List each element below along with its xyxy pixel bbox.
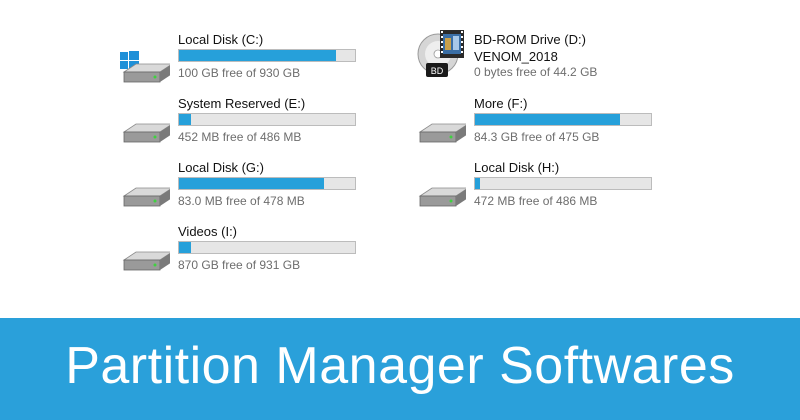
- drive-free-space: 0 bytes free of 44.2 GB: [474, 65, 598, 79]
- drive-f[interactable]: More (F:) 84.3 GB free of 475 GB: [416, 96, 676, 156]
- drives-view: Local Disk (C:) 100 GB free of 930 GB Sy…: [0, 0, 800, 318]
- drive-usage-bar: [178, 177, 356, 190]
- drive-free-space: 472 MB free of 486 MB: [474, 194, 598, 208]
- drive-name: Local Disk (H:): [474, 160, 560, 175]
- drive-free-space: 84.3 GB free of 475 GB: [474, 130, 600, 144]
- drive-usage-bar: [474, 113, 652, 126]
- drive-free-space: 83.0 MB free of 478 MB: [178, 194, 305, 208]
- hard-drive-windows-icon: [120, 51, 170, 83]
- bd-badge-label: BD: [431, 66, 444, 76]
- drive-name: BD-ROM Drive (D:): [474, 32, 586, 47]
- drive-usage-fill: [179, 114, 192, 125]
- drive-name: Local Disk (C:): [178, 32, 264, 47]
- drive-c[interactable]: Local Disk (C:) 100 GB free of 930 GB: [120, 32, 380, 92]
- drive-g[interactable]: Local Disk (G:) 83.0 MB free of 478 MB: [120, 160, 380, 220]
- drive-volume-label: VENOM_2018: [474, 49, 558, 64]
- hard-drive-icon: [122, 123, 170, 143]
- hard-drive-icon: [418, 187, 466, 207]
- drive-name: Local Disk (G:): [178, 160, 264, 175]
- drive-e[interactable]: System Reserved (E:) 452 MB free of 486 …: [120, 96, 380, 156]
- drive-usage-fill: [179, 242, 191, 253]
- drive-usage-bar: [474, 177, 652, 190]
- drive-d[interactable]: BD BD-ROM Drive (D:) VENOM_2018 0 bytes …: [416, 30, 676, 92]
- hard-drive-icon: [122, 251, 170, 271]
- drive-usage-fill: [475, 178, 481, 189]
- drive-h[interactable]: Local Disk (H:) 472 MB free of 486 MB: [416, 160, 676, 220]
- hard-drive-icon: [418, 123, 466, 143]
- drive-free-space: 100 GB free of 930 GB: [178, 66, 301, 80]
- hard-drive-icon: [122, 187, 170, 207]
- drive-usage-fill: [179, 50, 336, 61]
- drive-usage-bar: [178, 49, 356, 62]
- drive-name: Videos (I:): [178, 224, 238, 239]
- drive-name: System Reserved (E:): [178, 96, 306, 111]
- title-banner: Partition Manager Softwares: [0, 318, 800, 420]
- drive-free-space: 452 MB free of 486 MB: [178, 130, 302, 144]
- banner-title: Partition Manager Softwares: [65, 337, 735, 395]
- drive-usage-bar: [178, 113, 356, 126]
- drive-usage-fill: [475, 114, 620, 125]
- drive-usage-fill: [179, 178, 325, 189]
- drive-usage-bar: [178, 241, 356, 254]
- drive-free-space: 870 GB free of 931 GB: [178, 258, 301, 272]
- drive-name: More (F:): [474, 96, 528, 111]
- bd-rom-drive-icon: BD: [417, 30, 464, 77]
- drive-i[interactable]: Videos (I:) 870 GB free of 931 GB: [120, 224, 380, 284]
